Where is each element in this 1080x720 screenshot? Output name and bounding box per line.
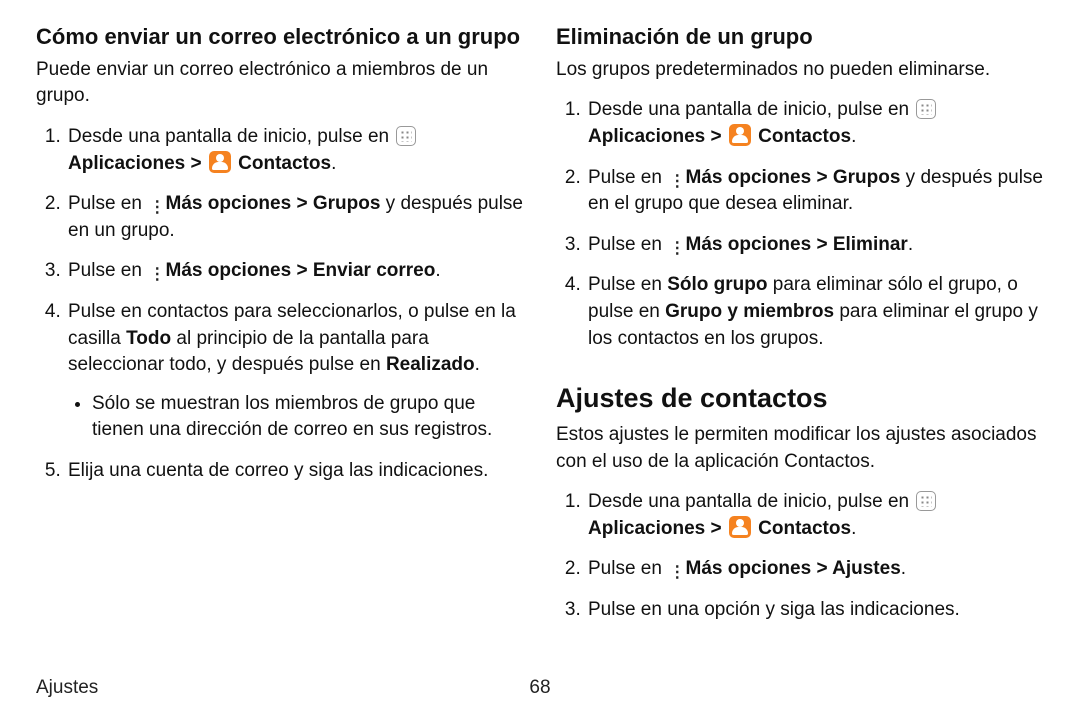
more-options-label: Más opciones bbox=[686, 234, 812, 255]
contacts-icon bbox=[729, 516, 751, 538]
page-number: 68 bbox=[529, 675, 550, 702]
manual-page: Cómo enviar un correo electrónico a un g… bbox=[0, 0, 1080, 720]
step-item: Elija una cuenta de correo y siga las in… bbox=[66, 458, 524, 485]
chevron-right-text: > bbox=[296, 193, 312, 214]
more-options-label: Más opciones bbox=[166, 260, 292, 281]
step-dot: . bbox=[331, 153, 336, 174]
step-item: Pulse en contactos para seleccionarlos, … bbox=[66, 299, 524, 444]
heading-delete-group: Eliminación de un grupo bbox=[556, 22, 1044, 53]
step-text: Pulse en bbox=[68, 260, 147, 281]
steps-delete-group: Desde una pantalla de inicio, pulse en A… bbox=[556, 97, 1044, 352]
step-text: Pulse en bbox=[588, 558, 667, 579]
step-item: Pulse en Más opciones > Eliminar. bbox=[586, 232, 1044, 259]
step-item: Pulse en Más opciones > Enviar correo. bbox=[66, 258, 524, 285]
apps-label: Aplicaciones bbox=[68, 153, 185, 174]
chevron-right-text: > bbox=[191, 153, 207, 174]
delete-label: Eliminar bbox=[833, 234, 908, 255]
step-text: Pulse en bbox=[68, 193, 147, 214]
step-text: Pulse en bbox=[588, 274, 667, 295]
two-column-layout: Cómo enviar un correo electrónico a un g… bbox=[36, 22, 1044, 624]
contacts-icon bbox=[209, 151, 231, 173]
contacts-label: Contactos bbox=[758, 126, 851, 147]
chevron-right-text: > bbox=[816, 234, 832, 255]
heading-contacts-settings: Ajustes de contactos bbox=[556, 380, 1044, 418]
groups-label: Grupos bbox=[313, 193, 381, 214]
intro-email-group: Puede enviar un correo electrónico a mie… bbox=[36, 57, 524, 110]
step-dot: . bbox=[908, 234, 913, 255]
step-text: Desde una pantalla de inicio, pulse en bbox=[588, 99, 914, 120]
step-item: Pulse en Más opciones > Grupos y después… bbox=[66, 191, 524, 244]
step-item: Desde una pantalla de inicio, pulse en A… bbox=[66, 124, 524, 177]
more-options-icon bbox=[669, 246, 677, 250]
done-label: Realizado bbox=[386, 354, 475, 375]
apps-icon bbox=[916, 99, 936, 119]
substep-item: Sólo se muestran los miembros de grupo q… bbox=[92, 391, 524, 444]
step-text: Pulse en bbox=[588, 234, 667, 255]
step-item: Pulse en una opción y siga las indicacio… bbox=[586, 597, 1044, 624]
left-column: Cómo enviar un correo electrónico a un g… bbox=[36, 22, 524, 624]
chevron-right-text: > bbox=[816, 558, 832, 579]
intro-contacts-settings: Estos ajustes le permiten modificar los … bbox=[556, 422, 1044, 475]
contacts-label: Contactos bbox=[758, 518, 851, 539]
step-dot: . bbox=[851, 126, 856, 147]
more-options-icon bbox=[149, 205, 157, 209]
step-dot: . bbox=[851, 518, 856, 539]
send-email-label: Enviar correo bbox=[313, 260, 436, 281]
step-dot: . bbox=[475, 354, 480, 375]
step-dot: . bbox=[435, 260, 440, 281]
step-text: Pulse en bbox=[588, 167, 667, 188]
chevron-right-text: > bbox=[711, 518, 727, 539]
page-footer: Ajustes 68 bbox=[36, 675, 1044, 702]
step-item: Desde una pantalla de inicio, pulse en A… bbox=[586, 97, 1044, 150]
more-options-label: Más opciones bbox=[166, 193, 292, 214]
right-column: Eliminación de un grupo Los grupos prede… bbox=[556, 22, 1044, 624]
steps-email-group: Desde una pantalla de inicio, pulse en A… bbox=[36, 124, 524, 485]
apps-icon bbox=[396, 126, 416, 146]
more-options-icon bbox=[669, 179, 677, 183]
more-options-icon bbox=[669, 570, 677, 574]
steps-contacts-settings: Desde una pantalla de inicio, pulse en A… bbox=[556, 489, 1044, 623]
more-options-label: Más opciones bbox=[686, 167, 812, 188]
settings-label: Ajustes bbox=[832, 558, 901, 579]
apps-label: Aplicaciones bbox=[588, 126, 705, 147]
group-and-members-label: Grupo y miembros bbox=[665, 301, 834, 322]
contacts-label: Contactos bbox=[238, 153, 331, 174]
intro-delete-group: Los grupos predeterminados no pueden eli… bbox=[556, 57, 1044, 84]
chevron-right-text: > bbox=[296, 260, 312, 281]
step-item: Desde una pantalla de inicio, pulse en A… bbox=[586, 489, 1044, 542]
footer-section-label: Ajustes bbox=[36, 675, 98, 702]
step-text: Desde una pantalla de inicio, pulse en bbox=[68, 126, 394, 147]
chevron-right-text: > bbox=[816, 167, 832, 188]
all-label: Todo bbox=[126, 328, 171, 349]
step-dot: . bbox=[901, 558, 906, 579]
contacts-icon bbox=[729, 124, 751, 146]
apps-icon bbox=[916, 491, 936, 511]
heading-email-group: Cómo enviar un correo electrónico a un g… bbox=[36, 22, 524, 53]
apps-label: Aplicaciones bbox=[588, 518, 705, 539]
only-group-label: Sólo grupo bbox=[667, 274, 767, 295]
more-options-icon bbox=[149, 272, 157, 276]
groups-label: Grupos bbox=[833, 167, 901, 188]
step-item: Pulse en Más opciones > Grupos y después… bbox=[586, 165, 1044, 218]
substeps: Sólo se muestran los miembros de grupo q… bbox=[68, 391, 524, 444]
step-text: Desde una pantalla de inicio, pulse en bbox=[588, 491, 914, 512]
step-item: Pulse en Sólo grupo para eliminar sólo e… bbox=[586, 272, 1044, 352]
more-options-label: Más opciones bbox=[686, 558, 812, 579]
chevron-right-text: > bbox=[711, 126, 727, 147]
step-item: Pulse en Más opciones > Ajustes. bbox=[586, 556, 1044, 583]
